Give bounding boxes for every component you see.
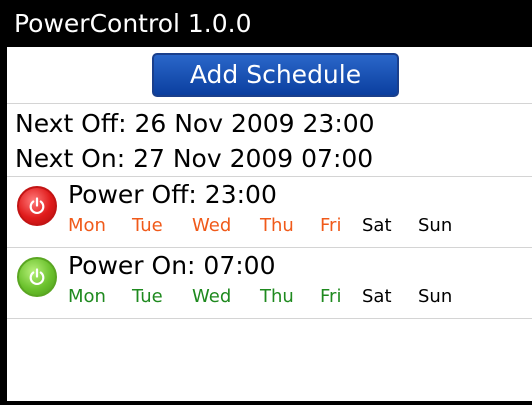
day-wed: Wed xyxy=(192,286,232,307)
next-events: Next Off: 26 Nov 2009 23:00 Next On: 27 … xyxy=(7,104,532,176)
divider xyxy=(7,318,532,319)
schedule-title: Power Off: 23:00 xyxy=(68,180,277,209)
add-schedule-button[interactable]: Add Schedule xyxy=(152,53,399,97)
day-tue: Tue xyxy=(132,286,163,307)
day-sat: Sat xyxy=(362,215,392,236)
day-mon: Mon xyxy=(68,286,106,307)
day-thu: Thu xyxy=(260,286,294,307)
main-content: Add Schedule Next Off: 26 Nov 2009 23:00… xyxy=(7,47,532,401)
day-fri: Fri xyxy=(320,215,342,236)
day-wed: Wed xyxy=(192,215,232,236)
schedule-item-power-on[interactable]: Power On: 07:00 Mon Tue Wed Thu Fri Sat … xyxy=(7,248,532,318)
power-off-icon xyxy=(17,186,57,226)
device-screen: PowerControl 1.0.0 Add Schedule Next Off… xyxy=(0,0,532,405)
day-mon: Mon xyxy=(68,215,106,236)
button-row: Add Schedule xyxy=(7,47,532,103)
day-fri: Fri xyxy=(320,286,342,307)
next-off-text: Next Off: 26 Nov 2009 23:00 xyxy=(15,109,375,138)
next-on-text: Next On: 27 Nov 2009 07:00 xyxy=(15,144,374,173)
schedule-item-power-off[interactable]: Power Off: 23:00 Mon Tue Wed Thu Fri Sat… xyxy=(7,177,532,247)
day-tue: Tue xyxy=(132,215,163,236)
day-thu: Thu xyxy=(260,215,294,236)
power-on-icon xyxy=(17,257,57,297)
day-sat: Sat xyxy=(362,286,392,307)
day-sun: Sun xyxy=(418,286,453,307)
schedule-title: Power On: 07:00 xyxy=(68,251,276,280)
app-title: PowerControl 1.0.0 xyxy=(0,0,532,47)
day-sun: Sun xyxy=(418,215,453,236)
